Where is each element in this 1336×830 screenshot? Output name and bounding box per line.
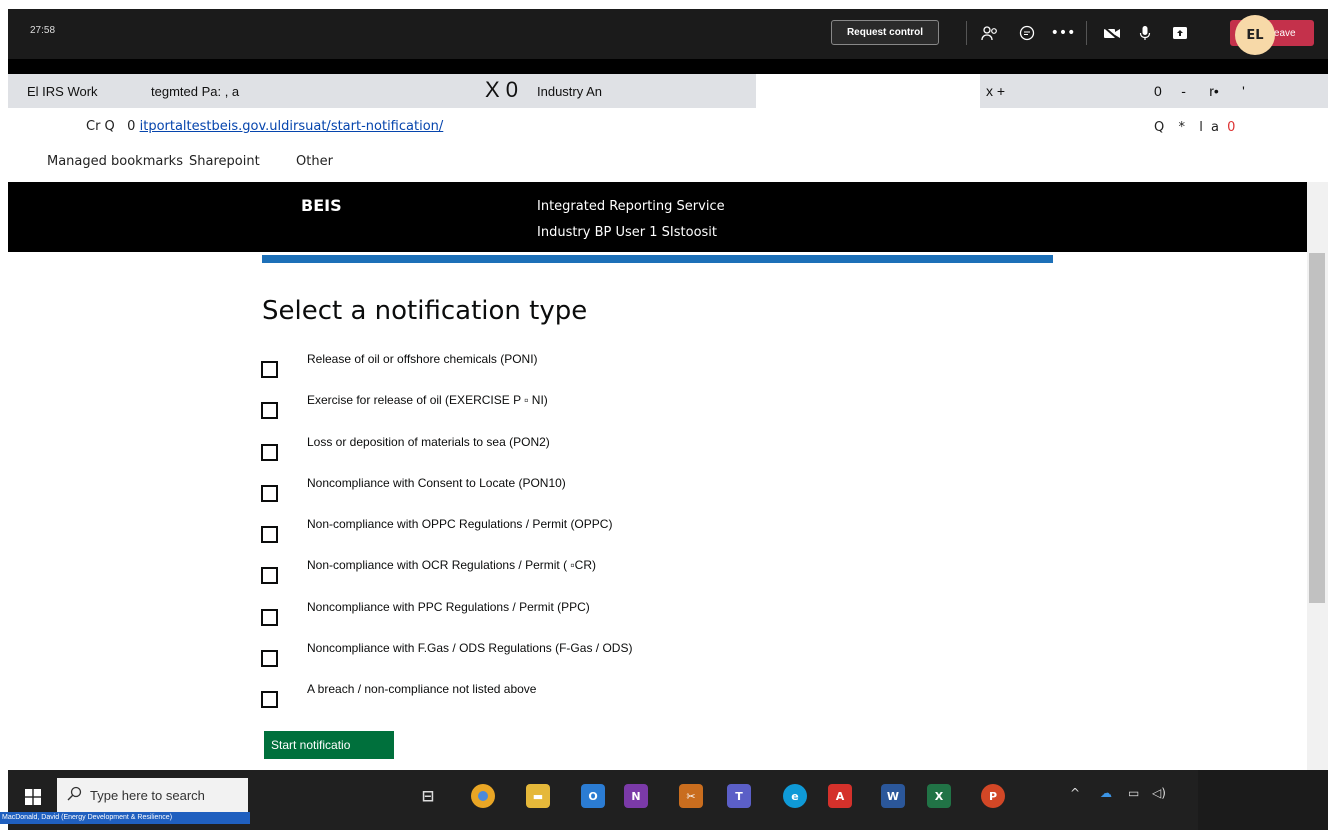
address-actions: Q * l a 0 <box>1154 120 1237 135</box>
option-label: Noncompliance with F.Gas / ODS Regulatio… <box>307 641 633 656</box>
option-ppc[interactable]: Noncompliance with PPC Regulations / Per… <box>260 596 960 637</box>
chrome-icon[interactable] <box>471 784 495 808</box>
taskbar-search[interactable]: Type here to search <box>57 778 248 814</box>
option-poni[interactable]: Release of oil or offshore chemicals (PO… <box>260 348 960 389</box>
window-border <box>8 59 1328 74</box>
edge-icon[interactable]: e <box>783 784 807 808</box>
avatar: EL <box>1235 15 1275 55</box>
separator <box>1086 21 1087 45</box>
separator <box>966 21 967 45</box>
share-screen-icon[interactable] <box>1168 21 1192 45</box>
checkbox[interactable] <box>261 443 278 461</box>
option-ocr[interactable]: Non-compliance with OCR Regulations / Pe… <box>260 554 960 595</box>
start-notification-button[interactable]: Start notificatio <box>264 731 394 759</box>
tab-irs-work[interactable]: El IRS Work <box>27 84 98 99</box>
window-controls[interactable]: 0 - r• ' <box>1154 83 1245 99</box>
checkbox[interactable] <box>261 650 278 668</box>
teams-icon[interactable]: T <box>727 784 751 808</box>
checkbox[interactable] <box>261 691 278 709</box>
bookmark-other[interactable]: Other <box>296 154 333 169</box>
url-field[interactable]: itportaltestbeis.gov.uldirsuat/start-not… <box>140 119 444 134</box>
tab-active[interactable] <box>756 74 980 108</box>
option-label: Noncompliance with Consent to Locate (PO… <box>307 475 566 490</box>
more-options-icon[interactable]: ••• <box>1051 21 1076 45</box>
profile-icon[interactable]: 0 <box>1227 120 1237 135</box>
outlook-icon[interactable]: O <box>581 784 605 808</box>
option-label: A breach / non-compliance not listed abo… <box>307 682 537 697</box>
page-title: Select a notification type <box>262 296 588 326</box>
chat-icon[interactable] <box>1015 21 1039 45</box>
option-label: Non-compliance with OPPC Regulations / P… <box>307 517 613 532</box>
camera-off-icon[interactable] <box>1100 21 1124 45</box>
file-explorer-icon[interactable]: ▬ <box>526 784 550 808</box>
option-pon2[interactable]: Loss or deposition of materials to sea (… <box>260 431 960 472</box>
snipping-tool-icon[interactable]: ✂ <box>679 784 703 808</box>
address-bar: Cr Q 0 itportaltestbeis.gov.uldirsuat/st… <box>8 108 1328 144</box>
onedrive-icon[interactable]: ☁ <box>1100 786 1112 800</box>
powerpoint-icon[interactable]: P <box>981 784 1005 808</box>
option-other-breach[interactable]: A breach / non-compliance not listed abo… <box>260 678 960 719</box>
tab-integrated-portal[interactable]: tegmted Pa: , a <box>151 84 239 99</box>
notification-type-list: Release of oil or offshore chemicals (PO… <box>260 348 960 720</box>
search-icon <box>67 786 82 805</box>
battery-icon[interactable]: ▭ <box>1128 786 1139 800</box>
excel-icon[interactable]: X <box>927 784 951 808</box>
option-label: Release of oil or offshore chemicals (PO… <box>307 352 538 366</box>
windows-start-icon[interactable] <box>14 782 52 812</box>
show-hidden-icons-icon[interactable]: ^ <box>1070 786 1080 800</box>
new-tab-button[interactable]: x + <box>986 83 1005 99</box>
signed-in-user: Industry BP User 1 SIstoosit <box>537 225 718 240</box>
word-icon[interactable]: W <box>881 784 905 808</box>
volume-icon[interactable]: ◁) <box>1152 786 1166 800</box>
bookmark-managed[interactable]: Managed bookmarks <box>47 154 183 169</box>
tab-industry[interactable]: Industry An <box>537 84 602 99</box>
meeting-control-bar: 27:58 Request control ••• Leave <box>8 9 1328 59</box>
checkbox[interactable] <box>261 361 278 378</box>
checkbox[interactable] <box>261 608 278 626</box>
option-pon10[interactable]: Noncompliance with Consent to Locate (PO… <box>260 472 960 513</box>
presenter-name-label: MacDonald, David (Energy Development & R… <box>0 812 250 824</box>
site-header: BEIS Integrated Reporting Service Indust… <box>8 182 1307 252</box>
tab-close-glyph[interactable]: X 0 <box>485 77 518 103</box>
checkbox[interactable] <box>261 402 278 420</box>
option-fgas-ods[interactable]: Noncompliance with F.Gas / ODS Regulatio… <box>260 637 960 678</box>
request-control-button[interactable]: Request control <box>831 20 939 45</box>
checkbox[interactable] <box>261 526 278 544</box>
checkbox[interactable] <box>261 484 278 502</box>
screen: 27:58 Request control ••• Leave El IRS W <box>0 0 1336 830</box>
browser-actions[interactable]: Q * l a <box>1154 120 1221 135</box>
option-oppc[interactable]: Non-compliance with OPPC Regulations / P… <box>260 513 960 554</box>
option-label: Non-compliance with OCR Regulations / Pe… <box>307 558 597 573</box>
acrobat-icon[interactable]: A <box>828 784 852 808</box>
option-label: Exercise for release of oil (EXERCISE P … <box>307 393 548 408</box>
presenter-panel <box>1198 770 1328 830</box>
onenote-icon[interactable]: N <box>624 784 648 808</box>
option-exercise[interactable]: Exercise for release of oil (EXERCISE P … <box>260 389 960 430</box>
tab-strip: El IRS Work tegmted Pa: , a X 0 Industry… <box>8 74 1328 108</box>
microphone-icon[interactable] <box>1133 21 1157 45</box>
nav-controls[interactable]: Cr Q 0 <box>86 119 135 134</box>
task-view-icon[interactable]: ⊟ <box>416 784 440 808</box>
option-label: Noncompliance with PPC Regulations / Per… <box>307 599 590 614</box>
search-placeholder: Type here to search <box>90 788 205 803</box>
brand-logo[interactable]: BEIS <box>301 196 342 215</box>
participants-icon[interactable] <box>978 21 1002 45</box>
option-label: Loss or deposition of materials to sea (… <box>307 434 550 449</box>
scrollbar-thumb[interactable] <box>1309 253 1325 603</box>
meeting-timer: 27:58 <box>30 25 56 36</box>
header-divider <box>262 255 1053 263</box>
address-row: Cr Q 0 itportaltestbeis.gov.uldirsuat/st… <box>86 119 443 134</box>
bookmarks-bar: Managed bookmarks Sharepoint Other <box>8 144 1328 182</box>
bookmark-sharepoint[interactable]: Sharepoint <box>189 154 260 169</box>
service-name[interactable]: Integrated Reporting Service <box>537 199 725 214</box>
checkbox[interactable] <box>261 567 278 585</box>
